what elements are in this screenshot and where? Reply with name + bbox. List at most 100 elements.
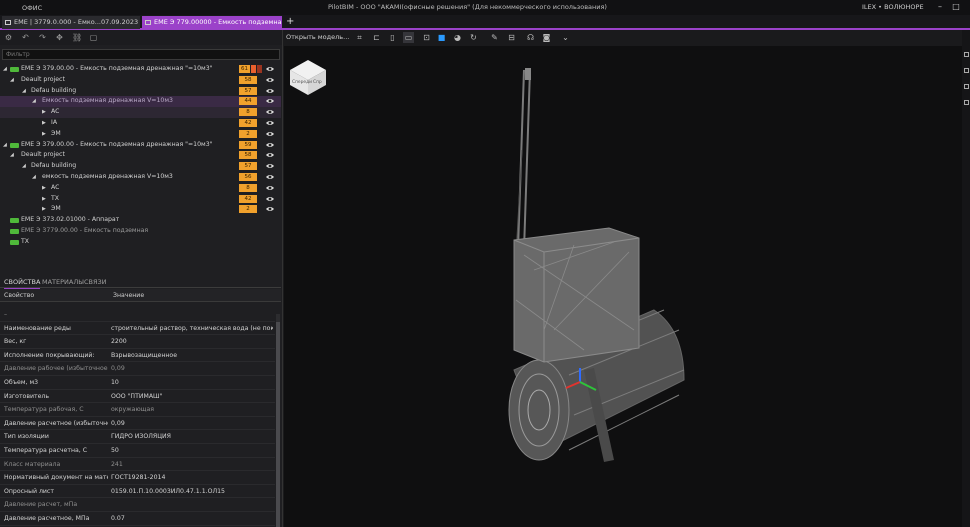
scrollbar-thumb[interactable] (276, 322, 280, 527)
property-row[interactable]: Исполнение покрывающий: Взрывозащищенное (0, 349, 275, 363)
3d-viewport[interactable]: Открыть модель... ⌗ ⊏ ▯ ▭ ⊡ ■ ◕ ↻ ✎ ⊟ ☊ … (284, 30, 970, 527)
visibility-eye-icon[interactable] (265, 172, 275, 182)
add-tab-icon[interactable]: + (286, 15, 294, 29)
visibility-eye-icon[interactable] (265, 183, 275, 193)
tree-row[interactable]: ▶ TX 42 (0, 194, 281, 205)
property-row[interactable]: Давление расчетное, МПа 0.07 (0, 512, 275, 526)
visibility-eye-icon[interactable] (265, 129, 275, 139)
tree-row[interactable]: EME Э 3779.00.00 - Емкость подземная (0, 226, 281, 237)
tree-row[interactable]: ◢ EME Э 379.00.00 - Емкость подземная др… (0, 64, 281, 75)
property-row[interactable]: Опросный лист 0159.01.П.10.0003ИЛ0.47.1.1… (0, 485, 275, 499)
frame-icon[interactable]: ▢ (89, 33, 98, 42)
maximize-icon[interactable]: □ (951, 2, 961, 12)
expand-arrow-icon[interactable]: ▶ (42, 107, 46, 118)
property-row[interactable]: Температура расчетна, С 50 (0, 444, 275, 458)
undo-icon[interactable]: ↶ (21, 33, 30, 42)
tree-row[interactable]: TX (0, 237, 281, 248)
visibility-eye-icon[interactable] (265, 96, 275, 106)
tab-materials[interactable]: МАТЕРИАЛЫ (42, 278, 84, 286)
tree-row[interactable]: ◢ Deault project 58 (0, 75, 281, 86)
collapse-arrow-icon[interactable]: ◢ (10, 150, 14, 161)
tree-row[interactable]: ◢ емкость подземная дренажная V=10м3 56 (0, 172, 281, 183)
property-row[interactable]: Изготовитель ООО "ПТИМАШ" (0, 390, 275, 404)
tree-row-label: TX (21, 237, 30, 245)
visibility-eye-icon[interactable] (265, 150, 275, 160)
element-count-badge: 2 (239, 205, 257, 214)
property-row[interactable]: Наименование реды строительный раствор, т… (0, 322, 275, 336)
expand-arrow-icon[interactable]: ▶ (42, 183, 46, 194)
collapse-arrow-icon[interactable]: ◢ (32, 96, 36, 107)
tree-row-label: EME Э 379.00.00 - Емкость подземная дрен… (21, 65, 213, 72)
tab-document-1[interactable]: EME | 3779.0.000 - Емко...07.09.2023 10:… (2, 16, 140, 29)
property-scrollbar[interactable] (276, 314, 280, 527)
error-badge (257, 65, 262, 73)
tree-row[interactable]: ◢ Defau building 57 (0, 161, 281, 172)
tree-row[interactable]: ▶ IA 42 (0, 118, 281, 129)
settings-icon[interactable]: ⚙ (4, 33, 13, 42)
office-menu[interactable]: OФИС (22, 4, 42, 12)
redo-icon[interactable]: ↷ (38, 33, 47, 42)
tree-row[interactable]: ▶ AC 8 (0, 107, 281, 118)
collapse-arrow-icon[interactable]: ◢ (22, 86, 26, 97)
visibility-eye-icon[interactable] (265, 75, 275, 85)
property-value: ГИДРО ИЗОЛЯЦИЯ (111, 433, 171, 441)
user-name[interactable]: ILEX • ВОЛЮНОРЕ (862, 3, 924, 11)
tree-row[interactable]: ▶ AC 8 (0, 183, 281, 194)
column-header-property[interactable]: Свойство (4, 292, 34, 299)
collapse-arrow-icon[interactable]: ◢ (3, 64, 7, 75)
property-row[interactable]: Вес, кг 2200 (0, 335, 275, 349)
edit-icon[interactable] (964, 100, 969, 105)
property-row[interactable]: Класс материала 241 (0, 458, 275, 472)
visibility-eye-icon[interactable] (265, 194, 275, 204)
move-icon[interactable]: ✥ (55, 33, 64, 42)
property-row[interactable]: Температура рабочая, С окружающая (0, 403, 275, 417)
property-row[interactable]: Нормативный документ на материалГОСТ1928… (0, 471, 275, 485)
tree-row-label: Defau building (31, 86, 77, 94)
minimize-icon[interactable]: – (935, 2, 945, 12)
visibility-eye-icon[interactable] (265, 118, 275, 128)
filter-icon[interactable] (964, 68, 969, 73)
model-icon (10, 228, 19, 234)
property-value: 0159.01.П.10.0003ИЛ0.47.1.1.ОЛ15 (111, 487, 225, 495)
property-row[interactable]: Давление расчет, мПа (0, 498, 275, 512)
property-key: Опросный лист (4, 487, 54, 495)
tree-row-label: ЭМ (51, 205, 61, 213)
3d-model[interactable] (284, 30, 970, 527)
property-row[interactable]: Давление расчетное (избыточное) 0,09 (0, 417, 275, 431)
property-value: строительный раствор, техническая вода (… (111, 324, 273, 332)
property-row[interactable]: Объем, м3 10 (0, 376, 275, 390)
visibility-eye-icon[interactable] (265, 161, 275, 171)
visibility-eye-icon[interactable] (265, 204, 275, 214)
tab-document-2[interactable]: EME Э 779.00000 - Емкость подземная дре.… (142, 16, 282, 29)
tree-row[interactable]: ◢ EME Э 379.00.00 - Емкость подземная др… (0, 140, 281, 151)
collapse-arrow-icon[interactable]: ◢ (32, 172, 36, 183)
tree-row[interactable]: ◢ Deault project 58 (0, 150, 281, 161)
property-row[interactable]: Давление рабочее (избыточное) 0,09 (0, 362, 275, 376)
collapse-arrow-icon[interactable]: ◢ (3, 140, 7, 151)
tree-row-selected[interactable]: ◢ Емкость подземная дренажная V=10м3 44 (0, 96, 281, 108)
visibility-eye-icon[interactable] (265, 140, 275, 150)
tree-row[interactable]: EME Э 373.02.01000 - Аппарат (0, 215, 281, 226)
expand-arrow-icon[interactable]: ▶ (42, 118, 46, 129)
expand-arrow-icon[interactable]: ▶ (42, 129, 46, 140)
visibility-eye-icon[interactable] (265, 64, 275, 74)
tree-row[interactable]: ◢ Defau building 57 (0, 86, 281, 97)
tree-row[interactable]: ▶ ЭМ 2 (0, 129, 281, 140)
expand-panel-icon[interactable] (964, 52, 969, 57)
tree-row-label: EME Э 373.02.01000 - Аппарат (21, 216, 120, 224)
visibility-eye-icon[interactable] (265, 86, 275, 96)
visibility-eye-icon[interactable] (265, 107, 275, 117)
property-row[interactable]: Тип изоляции ГИДРО ИЗОЛЯЦИЯ (0, 430, 275, 444)
element-count-badge: 2 (239, 129, 257, 138)
tree-row[interactable]: ▶ ЭМ 2 (0, 204, 281, 215)
collapse-arrow-icon[interactable]: ◢ (22, 161, 26, 172)
tab-links[interactable]: СВЯЗИ (84, 278, 107, 286)
collapse-arrow-icon[interactable]: ◢ (10, 75, 14, 86)
property-row[interactable]: – (0, 308, 275, 322)
expand-arrow-icon[interactable]: ▶ (42, 204, 46, 215)
link-icon[interactable]: ⛓ (72, 33, 82, 42)
share-icon[interactable] (964, 84, 969, 89)
expand-arrow-icon[interactable]: ▶ (42, 194, 46, 205)
column-header-value[interactable]: Значение (113, 292, 144, 299)
tree-filter-input[interactable] (2, 49, 280, 60)
